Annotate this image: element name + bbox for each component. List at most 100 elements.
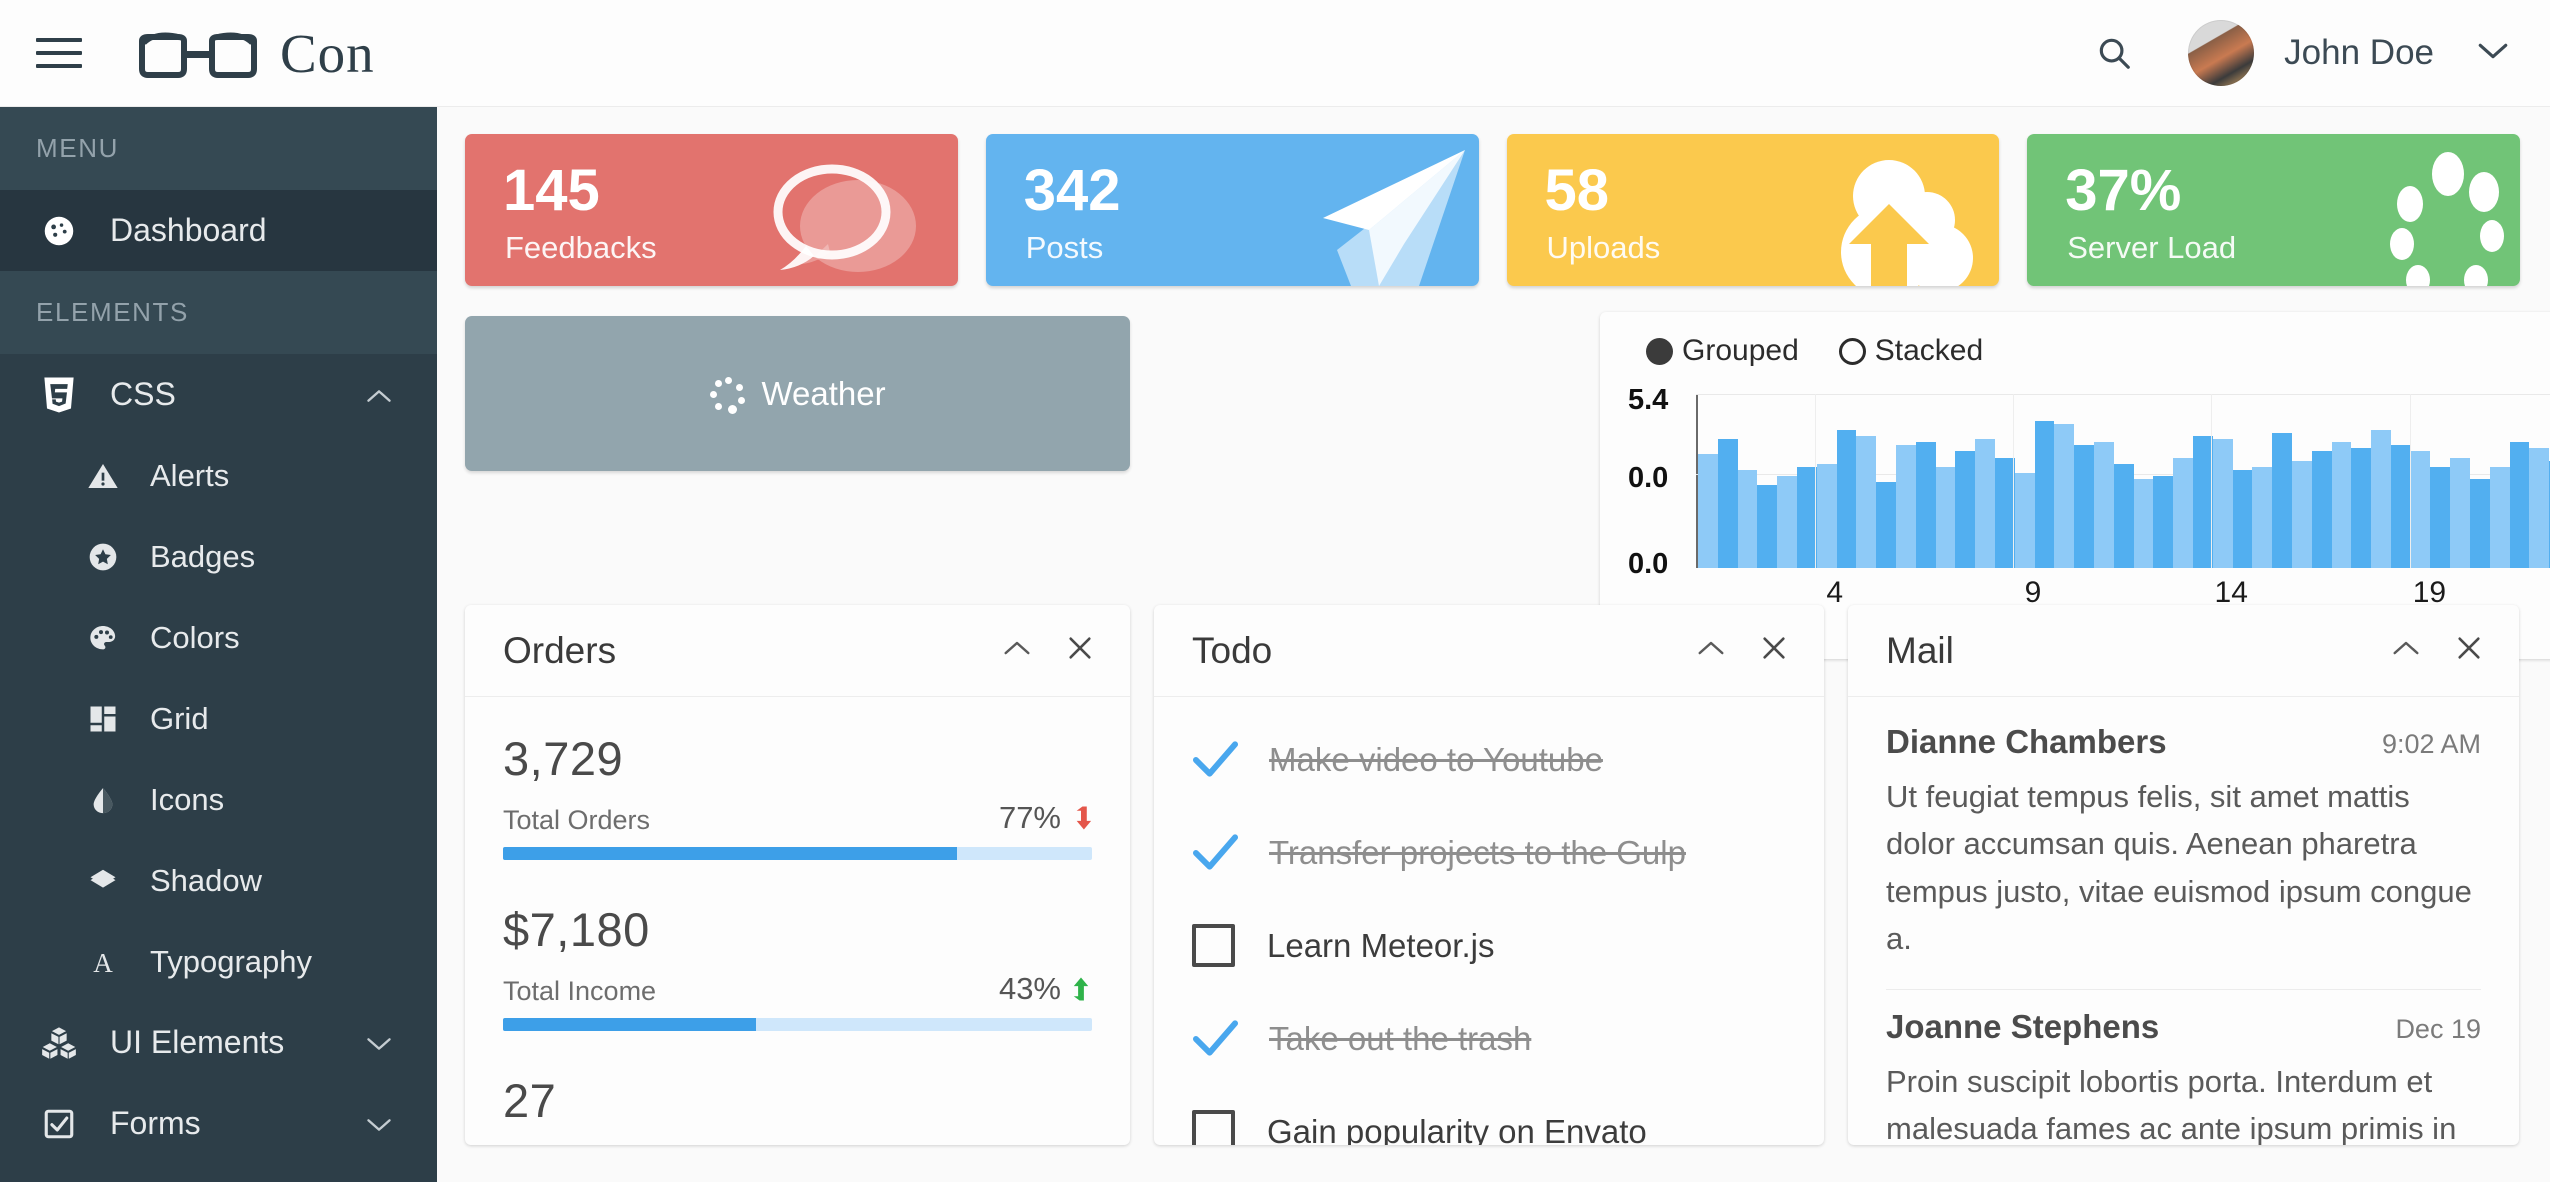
sidebar-item-css[interactable]: CSS [0, 354, 437, 435]
stat-value: 342 [1023, 158, 1121, 223]
y-tick-label: 5.4 [1628, 384, 1669, 416]
panel-title: Todo [1192, 629, 1273, 671]
chevron-up-icon[interactable] [1002, 638, 1032, 663]
hamburger-icon[interactable] [36, 36, 82, 70]
sidebar-section-menu: MENU [0, 107, 437, 190]
todo-item-label: Transfer projects to the Gulp [1269, 833, 1686, 871]
glasses-icon [139, 32, 257, 78]
search-icon[interactable] [2084, 23, 2144, 83]
username-label: John Doe [2284, 33, 2434, 72]
todo-item-label: Make video to Youtube [1269, 740, 1603, 778]
chevron-up-icon[interactable] [365, 376, 393, 413]
check-icon [1192, 740, 1239, 777]
chart-mode-stacked[interactable]: Stacked [1838, 334, 1983, 368]
sidebar-item-label: CSS [110, 376, 176, 412]
chart-bar [2351, 448, 2372, 568]
todo-item[interactable]: Make video to Youtube [1192, 713, 1786, 806]
metric-percent: 7% [1047, 1142, 1092, 1145]
sidebar-item-typography[interactable]: A Typography [0, 921, 437, 1002]
sidebar-item-label: Typography [150, 943, 312, 979]
y-tick-label: 0.0 [1628, 462, 1669, 494]
stat-card-uploads[interactable]: 58 Uploads [1506, 134, 2000, 286]
chart-bar [1816, 463, 1837, 568]
chart-bar [2074, 445, 2094, 568]
chart-bar [1915, 442, 1936, 568]
chart-bar [2450, 457, 2471, 568]
stat-card-posts[interactable]: 342 Posts [985, 134, 1479, 286]
percent-text: 77% [998, 800, 1061, 835]
chart-bar [2093, 442, 2114, 568]
mail-preview: Ut feugiat tempus felis, sit amet mattis… [1886, 779, 2472, 957]
arrow-down-icon [1076, 806, 1092, 830]
checkbox-icon [36, 1107, 82, 1141]
main-content: 145 Feedbacks 342 Posts 58 Uploads 37% S… [437, 107, 2550, 1182]
metric-label: Total Orders [503, 805, 651, 835]
chart-bar [1856, 436, 1877, 568]
mail-timestamp: Dec 19 [2395, 1013, 2481, 1044]
panel-title: Mail [1886, 629, 1954, 671]
check-icon [1192, 833, 1239, 870]
chart-bar [1876, 482, 1896, 568]
checkbox-empty-icon[interactable] [1192, 924, 1235, 967]
progress-bar [503, 847, 1092, 860]
checkbox-empty-icon[interactable] [1192, 1110, 1235, 1145]
todo-item[interactable]: Transfer projects to the Gulp [1192, 806, 1786, 899]
chart-bar [2470, 479, 2490, 568]
sidebar-item-colors[interactable]: Colors [0, 597, 437, 678]
mail-item[interactable]: Joanne Stephens Dec 19 Proin suscipit lobo… [1886, 990, 2481, 1145]
cubes-icon [36, 1026, 82, 1060]
arrow-up-icon [1073, 977, 1089, 1001]
panel-title: Orders [503, 629, 617, 671]
x-tick-label: 4 [1826, 576, 1844, 609]
brand-logo[interactable]: Con [138, 22, 375, 85]
css3-icon [36, 376, 82, 414]
sidebar-item-shadow[interactable]: Shadow [0, 840, 437, 921]
close-icon[interactable] [1760, 634, 1788, 667]
chart-bar [1836, 429, 1857, 568]
todo-item-label: Take out the trash [1269, 1019, 1532, 1057]
sidebar-item-label: Alerts [150, 457, 230, 493]
chevron-down-icon[interactable] [365, 1024, 393, 1061]
mail-list: Dianne Chambers 9:02 AM Ut feugiat tempus … [1848, 697, 2519, 1145]
chart-bar [2054, 423, 2075, 568]
todo-item[interactable]: Gain popularity on Envato [1192, 1085, 1786, 1145]
close-icon[interactable] [2455, 634, 2483, 667]
sidebar-item-forms[interactable]: Forms [0, 1083, 437, 1164]
chart-bar [1796, 466, 1817, 568]
sidebar-item-ui-elements[interactable]: UI Elements [0, 1002, 437, 1083]
svg-text:A: A [93, 947, 113, 977]
warning-triangle-icon [82, 460, 124, 492]
mail-item[interactable]: Dianne Chambers 9:02 AM Ut feugiat tempus … [1886, 705, 2481, 990]
chart-vertical-gridline [2211, 394, 2213, 568]
stat-card-feedbacks[interactable]: 145 Feedbacks [465, 134, 958, 286]
sidebar-item-label: Icons [150, 781, 225, 817]
grid-blocks-icon [82, 704, 124, 734]
sidebar-item-icons[interactable]: Icons [0, 759, 437, 840]
palette-icon [82, 622, 124, 654]
stat-card-server-load[interactable]: 37% Server Load [2027, 134, 2520, 286]
droplet-icon [82, 784, 124, 816]
chart-bars-container [1696, 394, 2550, 568]
sidebar-item-grid[interactable]: Grid [0, 678, 437, 759]
speech-bubble-icon [773, 164, 916, 272]
avatar[interactable] [2188, 20, 2255, 86]
chevron-up-icon[interactable] [1696, 638, 1726, 663]
sidebar-item-badges[interactable]: Badges [0, 516, 437, 597]
chevron-down-icon[interactable] [2476, 40, 2510, 67]
sidebar-item-pages[interactable]: Pages [0, 1164, 437, 1182]
chart-bar [2173, 457, 2193, 568]
orders-metric-row: 3,729 Total Orders 77% [503, 731, 1092, 860]
chart-bar [1895, 445, 1916, 568]
todo-item[interactable]: Learn Meteor.js [1192, 899, 1786, 992]
todo-item-label: Gain popularity on Envato [1267, 1112, 1647, 1146]
todo-item[interactable]: Take out the trash [1192, 992, 1786, 1085]
chart-vertical-gridline [1814, 394, 1816, 568]
close-icon[interactable] [1066, 634, 1094, 667]
chevron-up-icon[interactable] [2391, 638, 2421, 663]
sidebar-item-dashboard[interactable]: Dashboard [0, 190, 437, 271]
weather-widget[interactable]: Weather [465, 316, 1130, 471]
chart-mode-grouped[interactable]: Grouped [1646, 334, 1799, 368]
chevron-down-icon[interactable] [365, 1105, 393, 1142]
check-icon [1192, 1019, 1239, 1056]
sidebar-item-alerts[interactable]: Alerts [0, 435, 437, 516]
